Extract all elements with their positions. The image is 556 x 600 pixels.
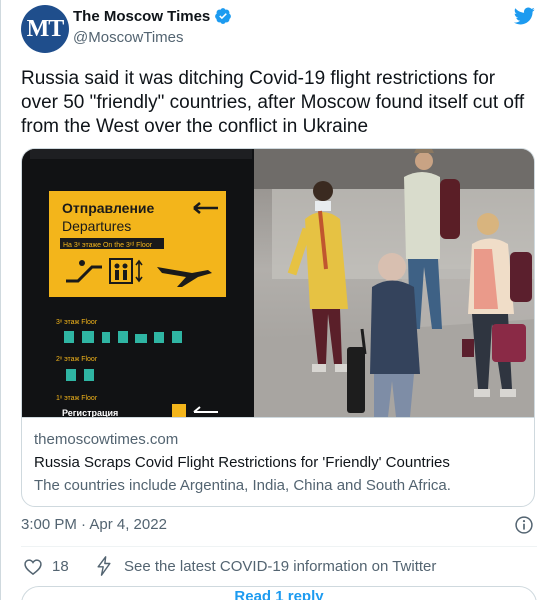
card-meta[interactable]: themoscowtimes.com Russia Scraps Covid F… [22,417,534,506]
verified-badge-icon [215,8,232,24]
avatar[interactable]: MT [21,5,69,53]
tweet-timestamp[interactable]: 3:00 PM · Apr 4, 2022 [21,516,167,533]
divider [21,546,537,547]
embedded-tweet: MT The Moscow Times @MoscowTimes Russia … [0,0,556,600]
read-replies-label: Read 1 reply [234,587,324,600]
heart-icon[interactable] [23,557,43,577]
read-replies-button[interactable]: Read 1 reply [21,586,537,600]
link-card[interactable]: Отправление Departures На 3ˣ этаже On th… [21,148,535,507]
twitter-bird-icon[interactable] [512,5,536,27]
avatar-initials: MT [26,15,65,42]
sign-floor3: 3ˣ этаж Floor [56,319,98,326]
like-count[interactable]: 18 [52,558,69,575]
sign-floor-note: На 3ˣ этаже On the 3ʳᵈ Floor [63,242,153,249]
author-name-row[interactable]: The Moscow Times [73,7,232,25]
card-image[interactable]: Отправление Departures На 3ˣ этаже On th… [22,149,534,417]
card-domain[interactable]: themoscowtimes.com [34,430,524,450]
info-icon[interactable] [514,515,534,535]
tweet-text: Russia said it was ditching Covid-19 fli… [21,68,525,137]
lightning-bolt-icon [97,556,111,576]
card-description: The countries include Argentina, India, … [34,477,451,494]
card-title[interactable]: Russia Scraps Covid Flight Restrictions … [34,453,524,473]
author-handle[interactable]: @MoscowTimes [73,29,184,46]
covid-info-link[interactable]: See the latest COVID-19 information on T… [124,558,436,575]
sign-bottom-text: Регистрация [62,408,118,417]
airport-photo: Отправление Departures На 3ˣ этаже On th… [22,149,534,417]
sign-floor2: 2ˣ этаж Floor [56,356,98,363]
sign-line-ru: Отправление [62,200,155,216]
sign-line-en: Departures [62,218,131,234]
sign-floor1: 1ˣ этаж Floor [56,395,98,402]
author-name[interactable]: The Moscow Times [73,8,210,25]
